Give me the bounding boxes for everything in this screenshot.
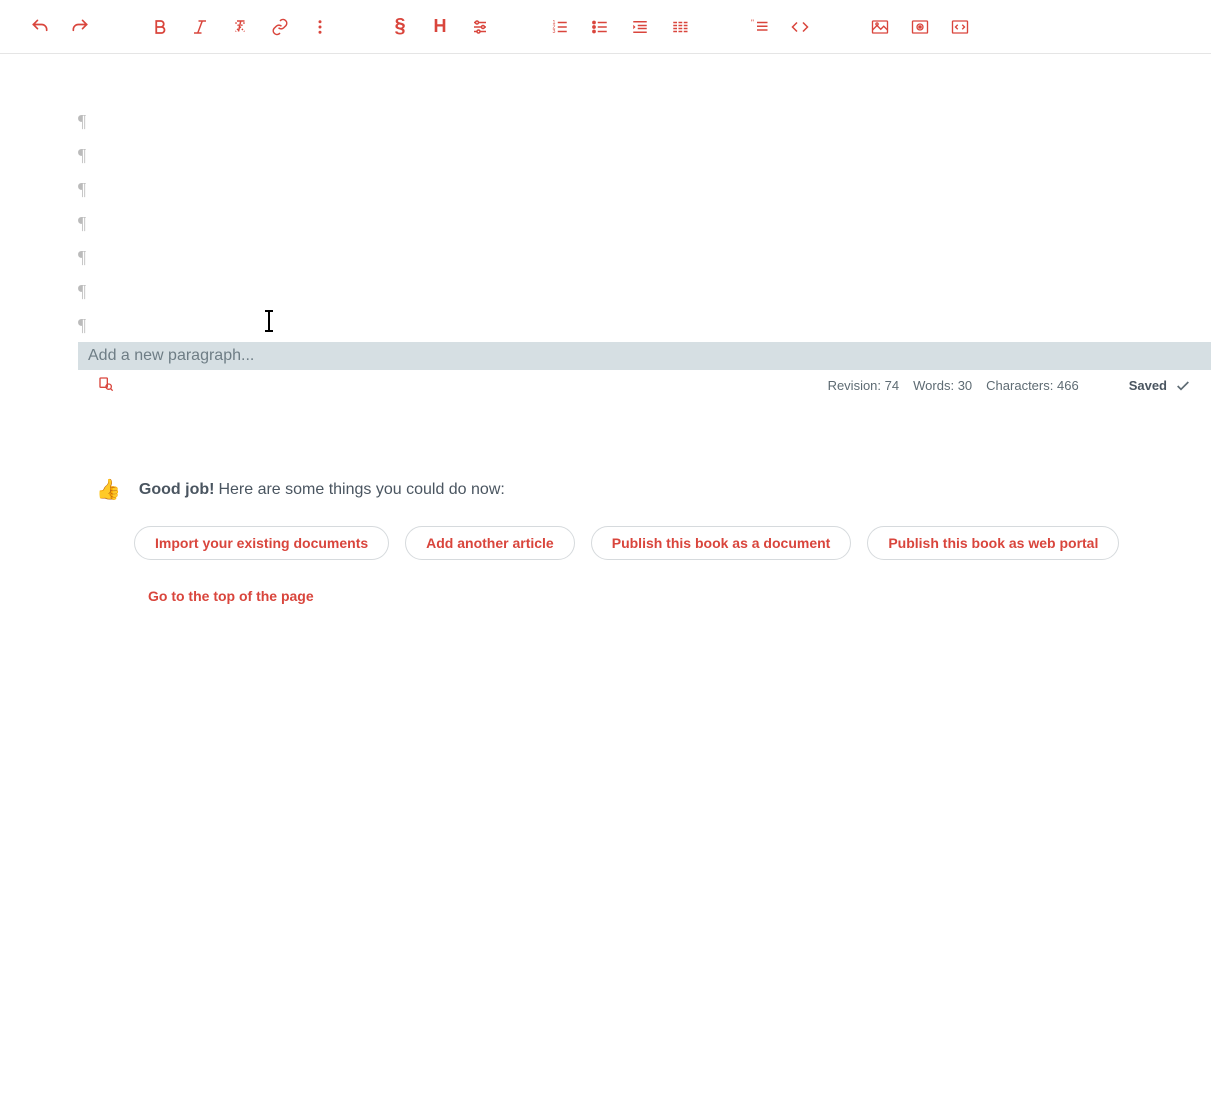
redo-icon	[70, 17, 90, 37]
unordered-list-icon	[591, 18, 609, 36]
ordered-list-icon: 123	[551, 18, 569, 36]
editor-canvas[interactable]: ¶ ¶ ¶ ¶ ¶ ¶ ¶	[0, 54, 1211, 342]
embed-button[interactable]	[946, 13, 974, 41]
undo-icon	[30, 17, 50, 37]
find-replace-button[interactable]	[98, 376, 114, 395]
indent-icon	[631, 18, 649, 36]
section-button[interactable]: §	[386, 13, 414, 41]
status-bar: Revision: 74 Words: 30 Characters: 466 S…	[0, 370, 1211, 395]
revision-stat: Revision: 74	[828, 378, 900, 393]
unordered-list-button[interactable]	[586, 13, 614, 41]
paragraph-marker: ¶	[78, 308, 1211, 342]
paragraph-marker: ¶	[78, 172, 1211, 206]
section-icon: §	[394, 15, 405, 38]
suggestions-bold: Good job!	[139, 481, 215, 499]
svg-text:3: 3	[553, 29, 556, 35]
paragraph-marker: ¶	[78, 206, 1211, 240]
quote-button[interactable]: "	[746, 13, 774, 41]
undo-button[interactable]	[26, 13, 54, 41]
go-to-top-link[interactable]: Go to the top of the page	[148, 588, 1211, 604]
embed-icon	[949, 18, 971, 36]
redo-button[interactable]	[66, 13, 94, 41]
import-documents-button[interactable]: Import your existing documents	[134, 526, 389, 560]
suggestion-actions: Import your existing documents Add anoth…	[96, 526, 1211, 560]
ordered-list-button[interactable]: 123	[546, 13, 574, 41]
columns-button[interactable]	[666, 13, 694, 41]
suggestions-text: Here are some things you could do now:	[218, 481, 504, 499]
paragraph-marker: ¶	[78, 274, 1211, 308]
heading-button[interactable]: H	[426, 13, 454, 41]
quote-icon: "	[750, 18, 770, 36]
add-article-button[interactable]: Add another article	[405, 526, 575, 560]
bold-button[interactable]	[146, 13, 174, 41]
clear-format-icon	[231, 18, 249, 36]
saved-indicator: Saved	[1129, 378, 1191, 394]
paragraph-marker: ¶	[78, 104, 1211, 138]
text-cursor-icon	[268, 312, 270, 330]
suggestions-heading: 👍 Good job! Here are some things you cou…	[96, 477, 1211, 502]
video-icon	[909, 18, 931, 36]
more-icon	[311, 18, 329, 36]
format-options-button[interactable]	[466, 13, 494, 41]
link-icon	[271, 18, 289, 36]
clear-format-button[interactable]	[226, 13, 254, 41]
image-button[interactable]	[866, 13, 894, 41]
bold-icon	[151, 18, 169, 36]
video-button[interactable]	[906, 13, 934, 41]
suggestions-block: 👍 Good job! Here are some things you cou…	[0, 477, 1211, 604]
code-button[interactable]	[786, 13, 814, 41]
characters-stat: Characters: 466	[986, 378, 1079, 393]
words-stat: Words: 30	[913, 378, 972, 393]
find-icon	[98, 376, 114, 392]
link-button[interactable]	[266, 13, 294, 41]
more-button[interactable]	[306, 13, 334, 41]
italic-icon	[191, 18, 209, 36]
svg-text:": "	[751, 18, 754, 27]
code-icon	[790, 18, 810, 36]
indent-button[interactable]	[626, 13, 654, 41]
publish-document-button[interactable]: Publish this book as a document	[591, 526, 852, 560]
paragraph-marker: ¶	[78, 138, 1211, 172]
sliders-icon	[471, 18, 489, 36]
add-paragraph-placeholder: Add a new paragraph...	[88, 347, 254, 365]
columns-icon	[671, 18, 689, 36]
check-icon	[1175, 378, 1191, 394]
paragraph-marker: ¶	[78, 240, 1211, 274]
image-icon	[869, 18, 891, 36]
add-paragraph-input[interactable]: Add a new paragraph...	[78, 342, 1211, 370]
heading-icon: H	[434, 16, 447, 37]
italic-button[interactable]	[186, 13, 214, 41]
publish-web-portal-button[interactable]: Publish this book as web portal	[867, 526, 1119, 560]
thumbs-up-icon: 👍	[96, 477, 121, 502]
toolbar: § H 123 "	[0, 0, 1211, 54]
